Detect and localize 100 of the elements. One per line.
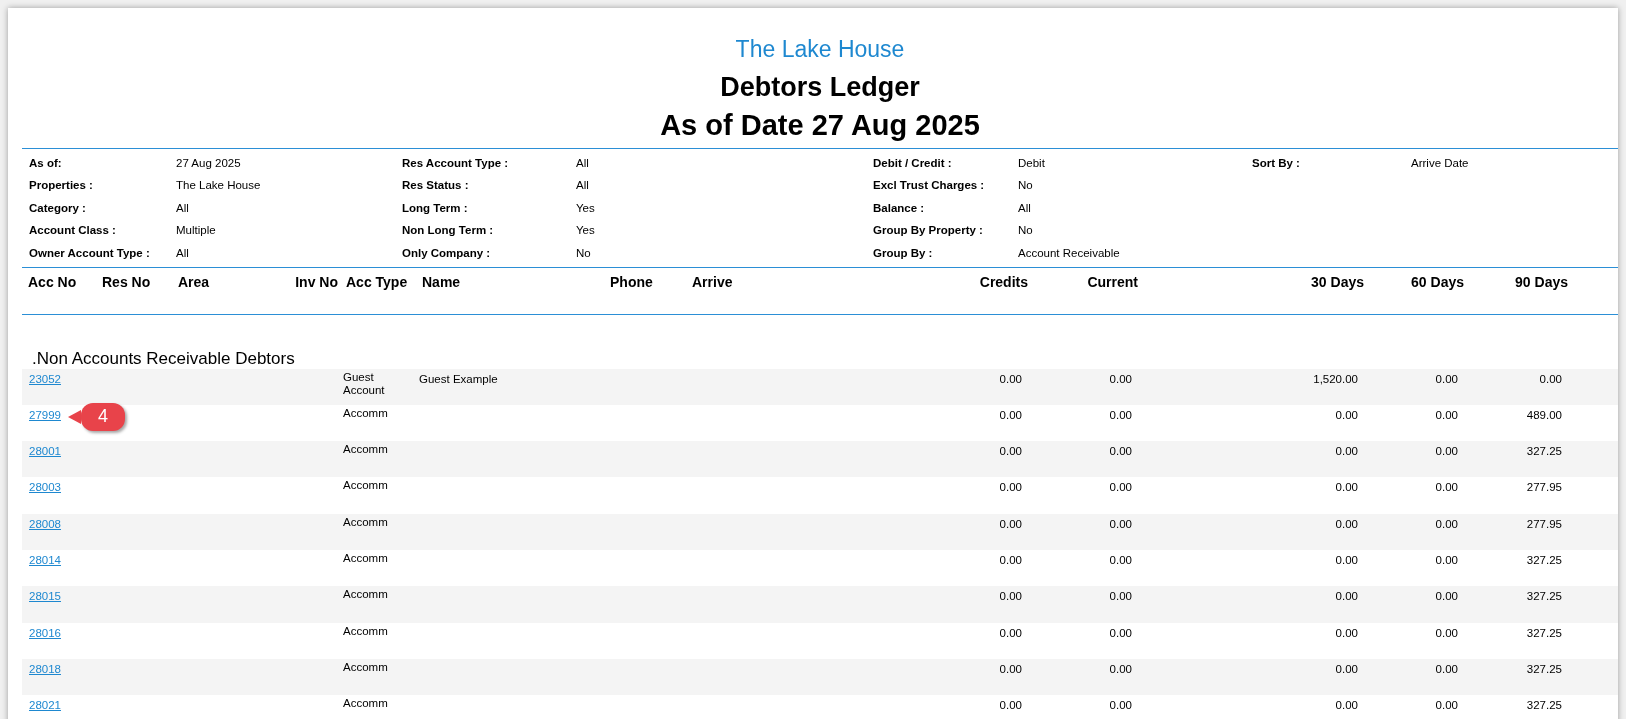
account-link[interactable]: 23052 (25, 372, 61, 385)
parameter-value: No (576, 246, 591, 259)
parameter-label: Only Company : (401, 246, 491, 259)
table-cell: Guest Example (419, 372, 498, 385)
parameter-label: Account Class : (28, 224, 116, 237)
report-title: Debtors Ledger (720, 71, 920, 104)
table-cell: 327.25 (1526, 554, 1562, 566)
table-cell: 0.00 (1109, 481, 1132, 494)
parameter-value: Yes (576, 201, 595, 214)
table-cell-text: Accomm (343, 624, 389, 638)
table-cell: 0.00 (1435, 554, 1458, 566)
table-cell: 0.00 (1335, 517, 1358, 530)
table-cell: 0.00 (999, 662, 1022, 675)
column-header: 30 Days (1311, 273, 1364, 290)
parameter-label: As of: (28, 156, 62, 169)
table-cell: 0.00 (999, 554, 1022, 566)
parameter-label: Long Term : (401, 201, 468, 214)
table-cell: 0.00 (999, 626, 1022, 639)
parameter-label: Excl Trust Charges : (872, 179, 985, 192)
table-cell: 277.95 (1526, 517, 1562, 530)
account-link[interactable]: 28014 (25, 554, 61, 566)
table-cell: 0.00 (1109, 554, 1132, 566)
table-cell: 0.00 (1109, 699, 1132, 712)
parameter-label: Res Account Type : (401, 156, 509, 169)
account-link[interactable]: 28015 (25, 590, 61, 603)
column-header: Current (1087, 273, 1138, 290)
parameter-value: Multiple (176, 224, 216, 237)
parameter-value: All (176, 246, 189, 259)
parameter-value: All (576, 156, 589, 169)
parameter-value: No (1018, 179, 1033, 192)
column-header: Acc Type (346, 273, 408, 290)
table-cell: 0.00 (999, 372, 1022, 385)
table-cell: 0.00 (1335, 699, 1358, 712)
table-cell: 0.00 (1435, 699, 1458, 712)
table-cell-text: Accomm (343, 515, 389, 529)
account-link[interactable]: 28003 (25, 481, 61, 494)
parameter-value: Yes (576, 224, 595, 237)
table-cell: 0.00 (1335, 408, 1358, 421)
table-cell-text: Accomm (343, 406, 389, 420)
table-cell: 0.00 (1335, 481, 1358, 494)
parameter-value: Arrive Date (1411, 156, 1469, 169)
column-header: Phone (610, 273, 653, 290)
parameter-label: Balance : (872, 201, 925, 214)
table-cell: 0.00 (999, 590, 1022, 603)
table-cell: 327.25 (1526, 699, 1562, 712)
table-cell-text: Guest Account (343, 370, 386, 397)
column-header: Inv No (295, 273, 338, 290)
column-header: 90 Days (1515, 273, 1568, 290)
account-link[interactable]: 28016 (25, 626, 61, 639)
table-cell: 0.00 (999, 517, 1022, 530)
table-cell: 0.00 (999, 699, 1022, 712)
table-cell: 0.00 (1435, 517, 1458, 530)
table-cell: 0.00 (1335, 554, 1358, 566)
table-cell: 0.00 (1335, 445, 1358, 458)
section-heading: .Non Accounts Receivable Debtors (31, 348, 295, 369)
table-cell-text: Accomm (343, 697, 389, 711)
column-header: 60 Days (1411, 273, 1464, 290)
table-cell: 327.25 (1526, 445, 1562, 458)
parameter-value: All (576, 179, 589, 192)
table-cell: 327.25 (1526, 590, 1562, 603)
parameter-label: Non Long Term : (401, 224, 494, 237)
table-cell: 0.00 (1109, 408, 1132, 421)
table-cell: 0.00 (1109, 626, 1132, 639)
table-cell: 0.00 (1435, 590, 1458, 603)
column-header: Name (422, 273, 461, 290)
table-cell: 0.00 (1109, 445, 1132, 458)
parameter-label: Properties : (28, 179, 93, 192)
table-cell: 0.00 (999, 445, 1022, 458)
report-subtitle: As of Date 27 Aug 2025 (660, 108, 980, 143)
parameter-label: Group By : (872, 246, 933, 259)
parameter-value: Account Receivable (1018, 246, 1120, 259)
table-cell: 0.00 (1335, 590, 1358, 603)
account-link[interactable]: 28001 (25, 445, 61, 458)
table-cell-text: Accomm (343, 479, 389, 493)
table-cell-text: Accomm (343, 588, 389, 602)
table-cell: 0.00 (1109, 590, 1132, 603)
table-cell: 0.00 (999, 408, 1022, 421)
column-header: Area (178, 273, 210, 290)
table-cell: 0.00 (1109, 662, 1132, 675)
table-cell: 327.25 (1526, 626, 1562, 639)
table-cell: 489.00 (1526, 408, 1562, 421)
parameter-value: No (1018, 224, 1033, 237)
parameter-label: Sort By : (1251, 156, 1300, 169)
table-cell: 0.00 (1435, 445, 1458, 458)
account-link[interactable]: 27999 (25, 408, 61, 421)
account-link[interactable]: 28018 (25, 662, 61, 675)
table-cell: 0.00 (1435, 408, 1458, 421)
parameter-value: The Lake House (176, 179, 261, 192)
parameter-value: Debit (1018, 156, 1045, 169)
table-cell: 0.00 (1109, 372, 1132, 385)
account-link[interactable]: 28008 (25, 517, 61, 530)
parameter-value: All (1018, 201, 1031, 214)
account-link[interactable]: 28021 (25, 699, 61, 712)
table-cell: 0.00 (1335, 662, 1358, 675)
parameter-label: Debit / Credit : (872, 156, 952, 169)
property-name: The Lake House (735, 35, 905, 64)
parameter-value: All (176, 201, 189, 214)
parameter-label: Res Status : (401, 179, 469, 192)
table-cell: 0.00 (1435, 626, 1458, 639)
table-cell-text: Accomm (343, 443, 389, 457)
